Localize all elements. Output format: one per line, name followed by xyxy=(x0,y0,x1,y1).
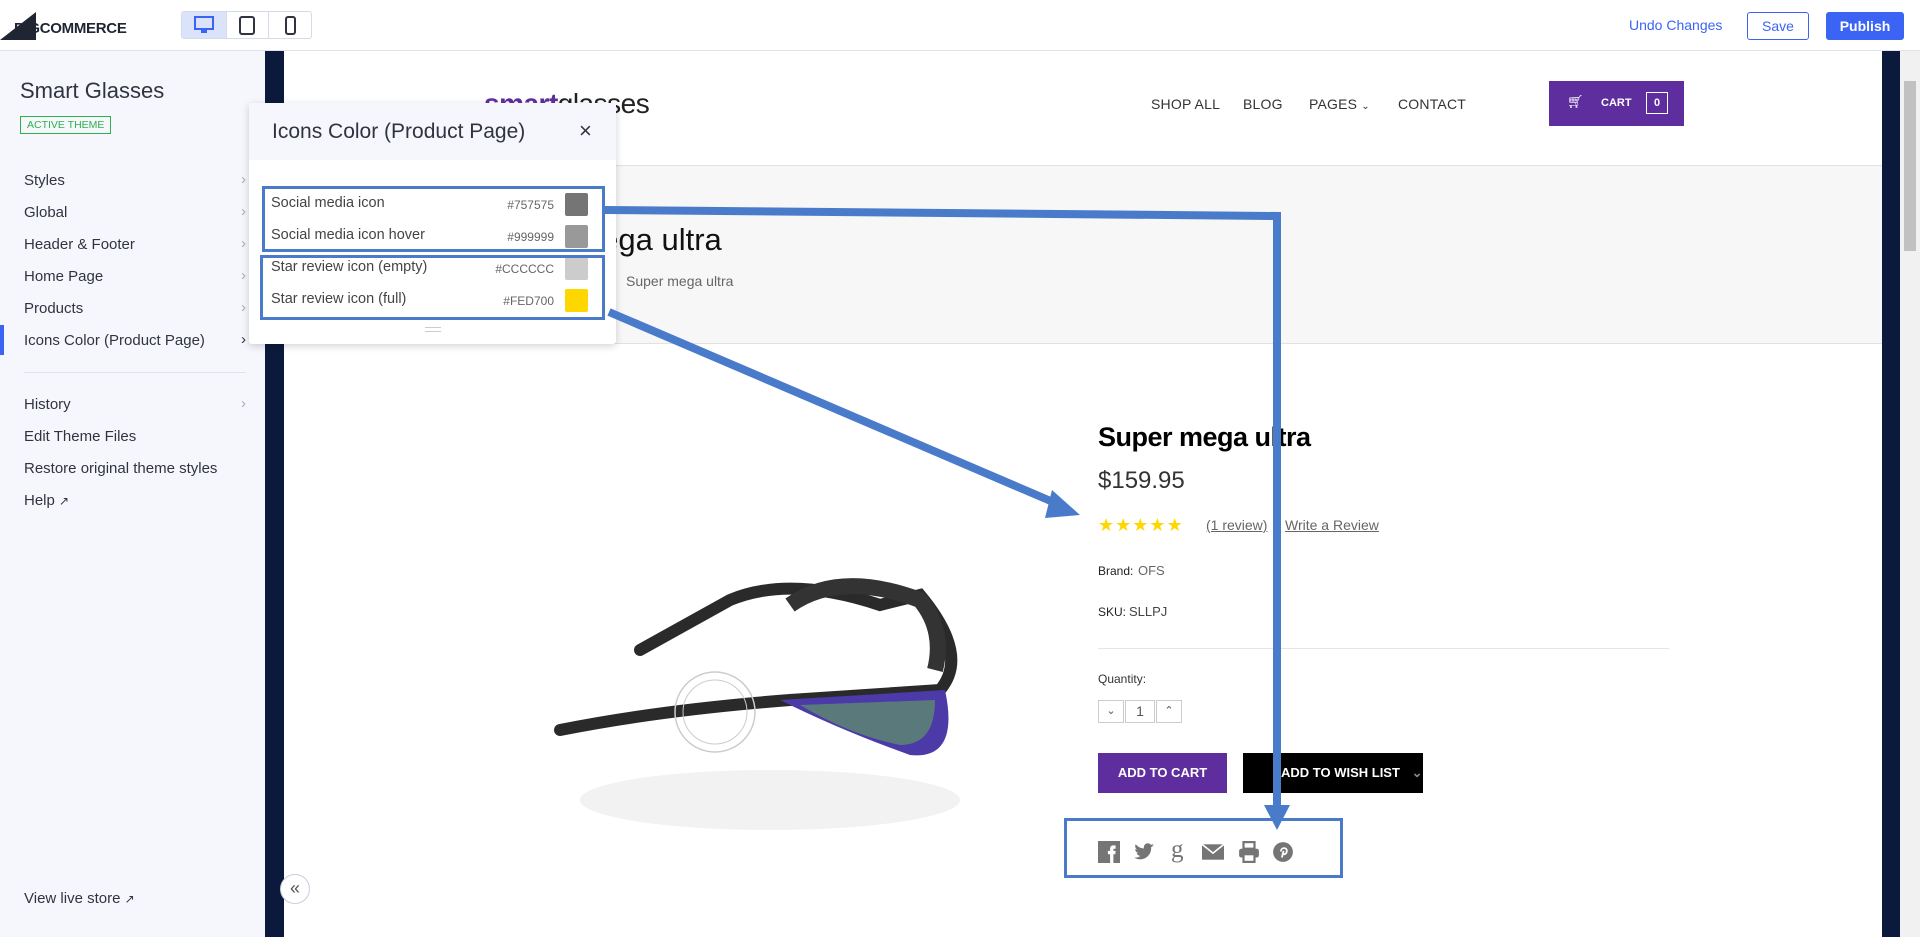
sku-label: SKU: xyxy=(1098,605,1127,619)
write-review-link[interactable]: Write a Review xyxy=(1285,517,1379,533)
add-to-wishlist-button[interactable]: ADD TO WISH LIST ⌄ xyxy=(1243,753,1423,793)
star-icon: ★ xyxy=(1166,515,1184,535)
quantity-input[interactable]: 1 xyxy=(1125,700,1155,723)
nav-blog[interactable]: BLOG xyxy=(1243,96,1283,112)
scrollbar[interactable] xyxy=(1900,51,1920,937)
quantity-label: Quantity: xyxy=(1098,672,1147,686)
star-icon: ★ xyxy=(1098,515,1116,535)
sidebar-item-label: Home Page xyxy=(24,268,104,285)
sidebar-item-label: History xyxy=(24,396,71,413)
nav-contact[interactable]: CONTACT xyxy=(1398,96,1466,112)
publish-button[interactable]: Publish xyxy=(1826,12,1904,40)
chevron-right-icon: › xyxy=(241,299,246,316)
sidebar-item-edit-theme-files[interactable]: Edit Theme Files xyxy=(24,428,246,445)
view-live-store-label: View live store xyxy=(24,890,121,907)
sidebar-item-label: Global xyxy=(24,204,68,221)
product-price: $159.95 xyxy=(1098,467,1185,494)
add-to-cart-button[interactable]: ADD TO CART xyxy=(1098,753,1227,793)
product-title: Super mega ultra xyxy=(1098,422,1311,452)
product-image xyxy=(554,578,960,830)
mobile-view-button[interactable] xyxy=(268,12,311,38)
desktop-icon xyxy=(193,16,214,33)
sidebar-item-label: Restore original theme styles xyxy=(24,460,218,477)
sidebar-item-products[interactable]: Products › xyxy=(24,299,246,317)
sku-value: SLLPJ xyxy=(1129,604,1168,619)
brand-value: OFS xyxy=(1138,563,1165,578)
chevron-right-icon: › xyxy=(241,235,246,252)
sidebar-item-icons-color[interactable]: Icons Color (Product Page) › xyxy=(24,331,246,349)
sidebar-item-label: Icons Color (Product Page) xyxy=(24,332,205,349)
sidebar-item-label: Header & Footer xyxy=(24,236,135,253)
cart-button[interactable]: 🛒︎ CART 0 xyxy=(1549,81,1684,126)
drag-handle[interactable] xyxy=(425,327,441,332)
brand-label: Brand: xyxy=(1098,564,1134,578)
sidebar-item-help[interactable]: Help ↗ xyxy=(24,492,246,509)
collapse-sidebar-button[interactable]: « xyxy=(280,874,310,904)
breadcrumb[interactable]: Super mega ultra xyxy=(626,273,733,289)
sidebar-item-restore-styles[interactable]: Restore original theme styles xyxy=(24,460,246,477)
desktop-view-button[interactable] xyxy=(182,12,226,38)
quantity-decrease-button[interactable]: ⌄ xyxy=(1098,700,1124,723)
sidebar-item-label: Edit Theme Files xyxy=(24,428,137,445)
annotation-box-social xyxy=(262,186,605,252)
tablet-view-button[interactable] xyxy=(225,12,269,38)
chevron-right-icon: › xyxy=(241,171,246,188)
sidebar-item-global[interactable]: Global › xyxy=(24,203,246,221)
cart-label: CART xyxy=(1601,97,1632,109)
quantity-increase-button[interactable]: ⌃ xyxy=(1156,700,1182,723)
sidebar-item-home-page[interactable]: Home Page › xyxy=(24,267,246,285)
divider xyxy=(1098,648,1669,649)
sidebar-item-styles[interactable]: Styles › xyxy=(24,171,246,189)
chevron-right-icon: › xyxy=(241,331,246,348)
chevron-down-icon: ⌄ xyxy=(1411,765,1423,780)
sidebar-item-header-footer[interactable]: Header & Footer › xyxy=(24,235,246,253)
tablet-icon xyxy=(239,15,256,35)
star-icon: ★ xyxy=(1149,515,1167,535)
sidebar: Smart Glasses ACTIVE THEME Styles › Globa… xyxy=(0,51,265,937)
top-bar: BIGCOMMERCE Undo Changes Save Publish xyxy=(0,0,1920,51)
theme-name: Smart Glasses xyxy=(20,78,165,103)
save-button[interactable]: Save xyxy=(1747,12,1809,40)
mobile-icon xyxy=(284,15,296,35)
undo-changes-link[interactable]: Undo Changes xyxy=(1629,17,1722,33)
chevron-right-icon: › xyxy=(241,203,246,220)
cart-icon: 🛒︎ xyxy=(1567,94,1584,109)
preview-frame-right xyxy=(1882,51,1900,937)
panel-title: Icons Color (Product Page) xyxy=(272,120,526,143)
star-icon: ★ xyxy=(1132,515,1150,535)
external-link-icon: ↗ xyxy=(59,494,70,508)
view-live-store-link[interactable]: View live store ↗ xyxy=(24,890,246,907)
sidebar-item-label: Products xyxy=(24,300,84,317)
bigcommerce-logo: BIGCOMMERCE xyxy=(0,10,130,40)
star-rating: ★★★★★ xyxy=(1098,515,1184,536)
sidebar-item-label: Help xyxy=(24,492,55,509)
close-icon[interactable]: × xyxy=(579,118,592,144)
chevron-right-icon: › xyxy=(241,395,246,412)
external-link-icon: ↗ xyxy=(124,892,135,906)
active-theme-badge: ACTIVE THEME xyxy=(20,116,112,134)
chevron-right-icon: › xyxy=(241,267,246,284)
nav-shop-all[interactable]: SHOP ALL xyxy=(1151,96,1220,112)
sidebar-item-label: Styles xyxy=(24,172,65,189)
annotation-box-stars xyxy=(260,255,605,320)
annotation-box-social-icons xyxy=(1064,818,1343,878)
nav-pages[interactable]: PAGES ⌄ xyxy=(1309,96,1370,112)
chevron-down-icon: ⌄ xyxy=(1361,101,1370,112)
divider xyxy=(24,372,246,373)
sidebar-item-history[interactable]: History › xyxy=(24,395,246,413)
device-toggle xyxy=(181,11,312,39)
cart-count: 0 xyxy=(1646,92,1668,114)
active-indicator xyxy=(0,325,4,355)
reviews-link[interactable]: (1 review) xyxy=(1206,517,1267,533)
star-icon: ★ xyxy=(1115,515,1133,535)
